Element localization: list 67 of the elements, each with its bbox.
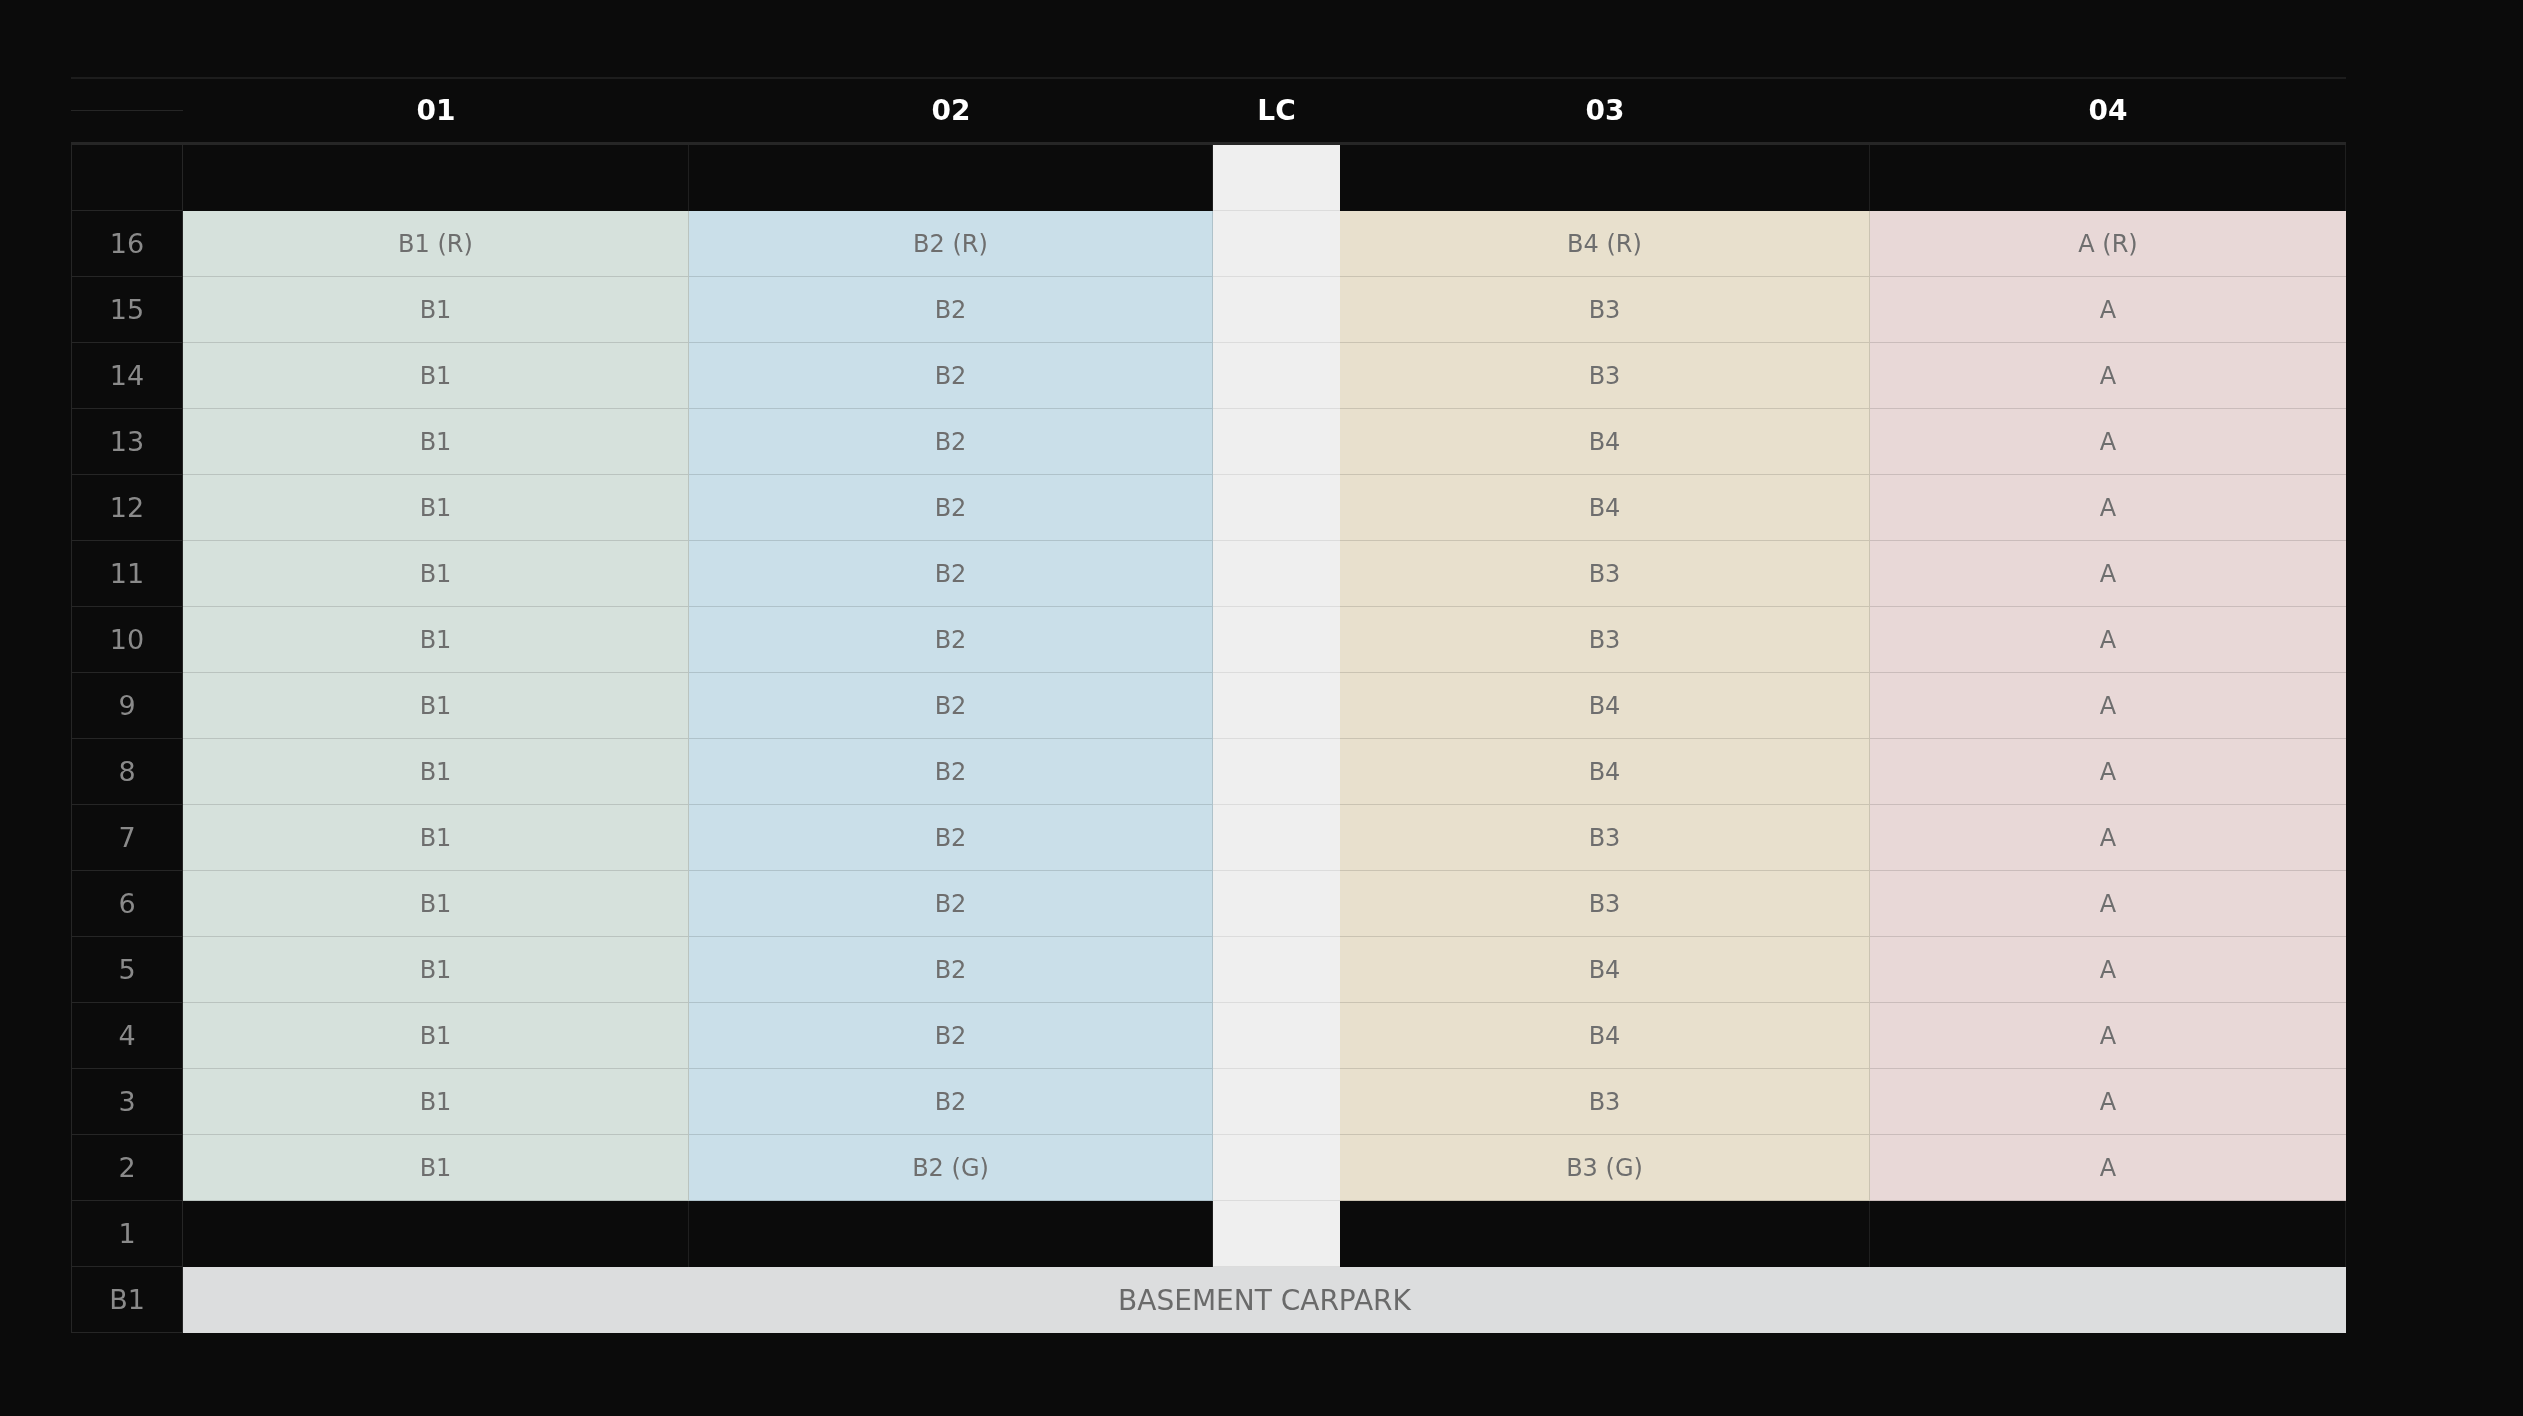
unit-cell: B1 — [183, 607, 689, 673]
unit-cell: B2 — [689, 871, 1213, 937]
unit-cell: B2 (G) — [689, 1135, 1213, 1201]
unit-cell: B4 — [1340, 409, 1870, 475]
unit-cell: B1 — [183, 937, 689, 1003]
column-header: LC — [1256, 94, 1297, 127]
unit-cell: B3 — [1340, 805, 1870, 871]
unit-cell: B3 — [1340, 541, 1870, 607]
unit-cell: B1 — [183, 673, 689, 739]
unit-cell: B1 — [183, 1003, 689, 1069]
unit-cell: B1 — [183, 1069, 689, 1135]
unit-cell: A — [1870, 343, 2346, 409]
unit-cell: B2 — [689, 409, 1213, 475]
unit-cell: B2 — [689, 673, 1213, 739]
unit-cell: B3 — [1340, 277, 1870, 343]
unit-cell: B2 — [689, 937, 1213, 1003]
unit-cell: B1 — [183, 343, 689, 409]
unit-cell: A — [1870, 673, 2346, 739]
basement-band: BASEMENT CARPARK — [183, 1267, 2346, 1333]
column-header: 01 — [415, 94, 457, 127]
unit-cell: B1 — [183, 1135, 689, 1201]
unit-cell: B3 — [1340, 1069, 1870, 1135]
unit-cell: B4 (R) — [1340, 211, 1870, 277]
unit-cell: B1 — [183, 541, 689, 607]
unit-cell: B2 — [689, 475, 1213, 541]
unit-cell: B1 — [183, 805, 689, 871]
unit-cell: B2 (R) — [689, 211, 1213, 277]
unit-cell: B4 — [1340, 739, 1870, 805]
column-header: 03 — [1584, 94, 1626, 127]
unit-cell: A — [1870, 1135, 2346, 1201]
unit-cell: A — [1870, 409, 2346, 475]
unit-cell: A — [1870, 541, 2346, 607]
unit-cell: A — [1870, 607, 2346, 673]
unit-cell: B3 — [1340, 607, 1870, 673]
unit-cell: B2 — [689, 607, 1213, 673]
unit-cell: B4 — [1340, 475, 1870, 541]
unit-cell: B2 — [689, 1003, 1213, 1069]
unit-cell: B3 (G) — [1340, 1135, 1870, 1201]
unit-cell: B2 — [689, 277, 1213, 343]
unit-cell: A — [1870, 871, 2346, 937]
unit-cell: A — [1870, 805, 2346, 871]
unit-cell: B1 — [183, 277, 689, 343]
unit-cell: B4 — [1340, 673, 1870, 739]
floor-cell: 1 — [71, 1201, 183, 1267]
unit-cell: B3 — [1340, 343, 1870, 409]
unit-cell: A (R) — [1870, 211, 2346, 277]
column-header: 02 — [930, 94, 972, 127]
unit-cell: B4 — [1340, 1003, 1870, 1069]
unit-cell: A — [1870, 1069, 2346, 1135]
unit-cell: B1 — [183, 475, 689, 541]
unit-cell: A — [1870, 277, 2346, 343]
unit-cell: B1 — [183, 739, 689, 805]
unit-cell: B1 — [183, 409, 689, 475]
unit-cell: A — [1870, 475, 2346, 541]
unit-cell: A — [1870, 739, 2346, 805]
unit-cell: B4 — [1340, 937, 1870, 1003]
unit-cell: B2 — [689, 805, 1213, 871]
unit-cell: B2 — [689, 1069, 1213, 1135]
column-header: 04 — [2087, 94, 2129, 127]
unit-cell: A — [1870, 937, 2346, 1003]
unit-cell: B1 — [183, 871, 689, 937]
unit-cell: B2 — [689, 343, 1213, 409]
unit-cell: B3 — [1340, 871, 1870, 937]
unit-cell: B1 (R) — [183, 211, 689, 277]
unit-cell: B2 — [689, 739, 1213, 805]
unit-cell: B2 — [689, 541, 1213, 607]
unit-cell: A — [1870, 1003, 2346, 1069]
